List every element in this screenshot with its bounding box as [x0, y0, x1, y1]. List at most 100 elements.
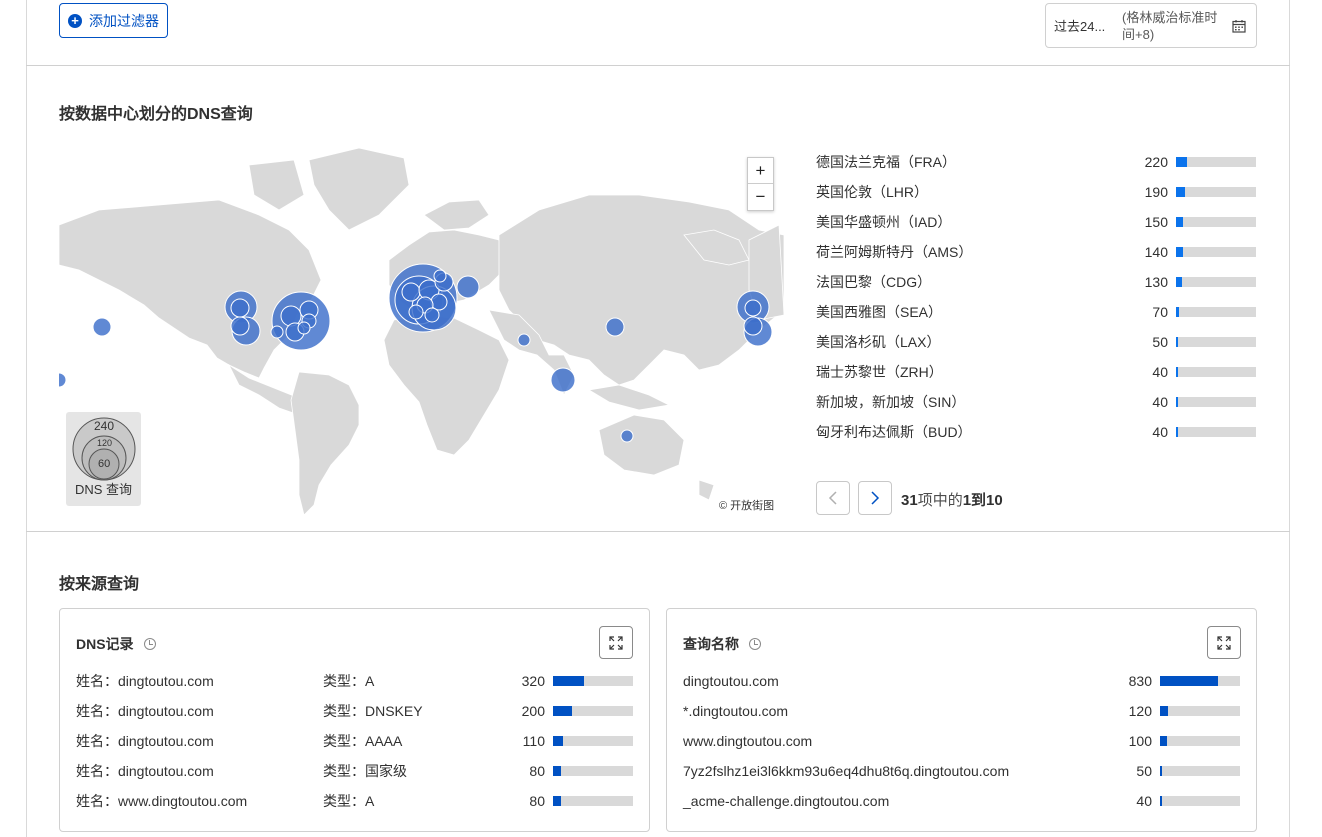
chevron-left-icon: [828, 491, 837, 505]
record-name: 姓名：www.dingtoutou.com: [76, 793, 248, 809]
datacenter-row: 美国华盛顿州（IAD） 150: [816, 212, 1257, 232]
datacenter-name: 美国华盛顿州（IAD）: [816, 214, 952, 230]
datacenter-value: 130: [1144, 274, 1168, 290]
record-value: 80: [529, 793, 545, 809]
datacenter-name: 荷兰阿姆斯特丹（AMS）: [816, 244, 973, 260]
datacenter-name: 匈牙利布达佩斯（BUD）: [816, 424, 972, 440]
expand-button[interactable]: [599, 626, 633, 659]
datacenter-bar: [1176, 277, 1256, 287]
section-title-datacenter: 按数据中心划分的DNS查询: [59, 106, 253, 123]
datacenter-value: 70: [1152, 304, 1168, 320]
chevron-right-icon: [871, 491, 880, 505]
legend-value-120: 120: [97, 438, 113, 448]
expand-icon: [1217, 635, 1231, 650]
next-page-button[interactable]: [858, 481, 892, 515]
datacenter-row: 荷兰阿姆斯特丹（AMS） 140: [816, 242, 1257, 262]
datacenter-row: 新加坡，新加坡（SIN） 40: [816, 392, 1257, 412]
zoom-in-button[interactable]: +: [748, 158, 773, 184]
plus-circle-icon: +: [68, 13, 82, 28]
datacenter-bar-fill: [1176, 397, 1178, 407]
calendar-icon: [1232, 19, 1246, 33]
pagination-info: 31项中的1到10: [901, 489, 1003, 510]
datacenter-name: 英国伦敦（LHR）: [816, 184, 929, 200]
datacenter-bar: [1176, 247, 1256, 257]
query-name: www.dingtoutou.com: [683, 733, 813, 749]
record-name: 姓名：dingtoutou.com: [76, 733, 214, 749]
query-bar-fill: [1160, 676, 1218, 686]
query-value: 50: [1136, 763, 1152, 779]
record-type: 类型：A: [323, 793, 375, 809]
datacenter-bar: [1176, 367, 1256, 377]
record-bar-fill: [553, 706, 572, 716]
datacenter-bar-fill: [1176, 337, 1178, 347]
datacenter-row: 匈牙利布达佩斯（BUD） 40: [816, 422, 1257, 442]
datacenter-name: 法国巴黎（CDG）: [816, 274, 932, 290]
datacenter-bar: [1176, 427, 1256, 437]
timezone-label: (格林威治标准时间+8): [1122, 9, 1218, 42]
time-range-value: 过去24...: [1054, 19, 1106, 34]
datacenter-row: 美国洛杉矶（LAX） 50: [816, 332, 1257, 352]
datacenter-bar-fill: [1176, 367, 1178, 377]
record-bar: [553, 736, 633, 746]
add-filter-button[interactable]: + 添加过滤器: [59, 3, 168, 38]
datacenter-bar-fill: [1176, 157, 1187, 167]
datacenter-row: 英国伦敦（LHR） 190: [816, 182, 1257, 202]
dns-records-title-text: DNS记录: [76, 636, 134, 652]
datacenter-bar-fill: [1176, 427, 1178, 437]
map-svg: [59, 147, 784, 515]
record-bar: [553, 676, 633, 686]
record-value: 110: [522, 733, 545, 749]
prev-page-button[interactable]: [816, 481, 850, 515]
divider: [26, 65, 1290, 66]
query-bar: [1160, 766, 1240, 776]
datacenter-bar-fill: [1176, 277, 1182, 287]
datacenter-row: 法国巴黎（CDG） 130: [816, 272, 1257, 292]
datacenter-bar-fill: [1176, 187, 1185, 197]
query-name: _acme-challenge.dingtoutou.com: [683, 793, 890, 809]
legend-value-240: 240: [94, 419, 115, 433]
datacenter-bar-fill: [1176, 217, 1183, 227]
legend-value-60: 60: [98, 458, 111, 470]
datacenter-bar: [1176, 217, 1256, 227]
pagination-total: 31: [901, 492, 918, 509]
query-value: 830: [1128, 673, 1152, 689]
divider: [26, 531, 1290, 532]
expand-button[interactable]: [1207, 626, 1241, 659]
datacenter-row: 瑞士苏黎世（ZRH） 40: [816, 362, 1257, 382]
record-bar: [553, 796, 633, 806]
record-value: 80: [529, 763, 545, 779]
datacenter-name: 瑞士苏黎世（ZRH）: [816, 364, 943, 380]
time-range-picker[interactable]: 过去24... (格林威治标准时间+8): [1045, 3, 1257, 48]
query-bar: [1160, 706, 1240, 716]
section-title-source: 按来源查询: [59, 576, 140, 593]
zoom-out-button[interactable]: −: [748, 184, 773, 210]
clock-icon: [143, 638, 156, 650]
datacenter-value: 50: [1152, 334, 1168, 350]
add-filter-label: 添加过滤器: [89, 12, 159, 29]
legend-label: DNS 查询: [74, 482, 133, 497]
dns-records-title: DNS记录: [76, 634, 156, 654]
clock-icon: [749, 638, 761, 650]
datacenter-value: 40: [1152, 394, 1168, 410]
pagination-mid: 项中的: [917, 492, 963, 509]
datacenter-value: 150: [1144, 214, 1168, 230]
record-name: 姓名：dingtoutou.com: [76, 673, 214, 689]
map-attribution-link[interactable]: © 开放街图: [719, 497, 774, 513]
record-bar-fill: [553, 676, 584, 686]
datacenter-bar-fill: [1176, 247, 1183, 257]
record-value: 200: [521, 703, 545, 719]
query-bar: [1160, 676, 1240, 686]
datacenter-name: 德国法兰克福（FRA）: [816, 154, 956, 170]
query-bar: [1160, 736, 1240, 746]
world-map[interactable]: [59, 140, 784, 515]
datacenter-name: 新加坡，新加坡（SIN）: [816, 394, 966, 410]
record-value: 320: [521, 673, 545, 689]
datacenter-value: 190: [1144, 184, 1168, 200]
datacenter-value: 220: [1144, 154, 1168, 170]
record-bar: [553, 766, 633, 776]
record-bar-fill: [553, 766, 561, 776]
query-bar-fill: [1160, 706, 1168, 716]
query-bar: [1160, 796, 1240, 806]
query-names-card: 查询名称 dingtoutou.com 830 *.dingtoutou.com 12…: [666, 608, 1257, 832]
datacenter-bar: [1176, 307, 1256, 317]
